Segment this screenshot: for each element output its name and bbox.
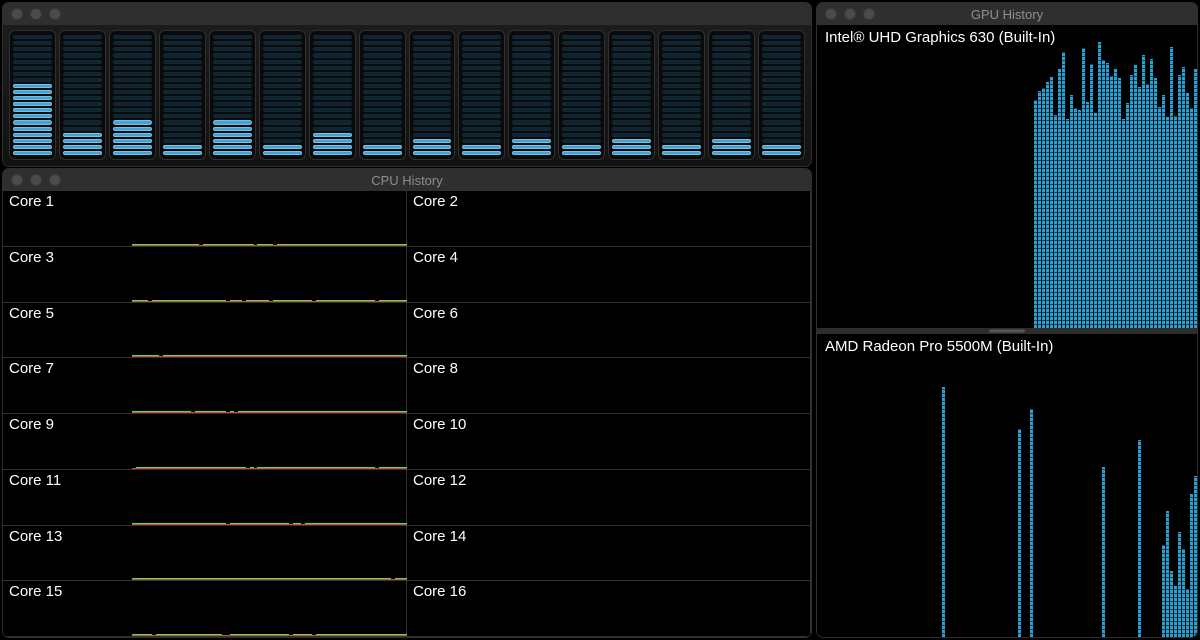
minimize-icon[interactable] [30,174,42,186]
zoom-icon[interactable] [863,8,875,20]
cpu-meter-core-14 [658,30,705,160]
cpu-meter-core-13 [608,30,655,160]
gpu-label-amd: AMD Radeon Pro 5500M (Built-In) [825,338,1053,355]
core-cell-11: Core 11 [3,470,407,526]
core-label: Core 11 [9,472,61,489]
core-plot [536,470,810,525]
minimize-icon[interactable] [844,8,856,20]
close-icon[interactable] [11,8,23,20]
cpu-meter-core-16 [758,30,805,160]
core-plot [132,303,406,358]
core-cell-5: Core 5 [3,303,407,359]
core-label: Core 14 [413,528,466,545]
gpu-panel-intel: Intel® UHD Graphics 630 (Built-In) [817,25,1197,328]
core-label: Core 15 [9,583,62,600]
core-label: Core 12 [413,472,466,489]
gpu-label-intel: Intel® UHD Graphics 630 (Built-In) [825,29,1055,46]
core-cell-7: Core 7 [3,358,407,414]
cpu-meter-core-3 [109,30,156,160]
cpu-meters-titlebar[interactable] [3,3,811,25]
core-plot [536,581,810,636]
cpu-history-grid: Core 1 Core 2 Core 3 Core 4 Core 5 Core 6 Core… [3,191,811,637]
core-plot [132,247,406,302]
minimize-icon[interactable] [30,8,42,20]
core-label: Core 10 [413,416,466,433]
core-label: Core 6 [413,305,458,322]
cpu-meter-core-11 [508,30,555,160]
core-cell-2: Core 2 [407,191,811,247]
close-icon[interactable] [825,8,837,20]
core-label: Core 7 [9,360,54,377]
core-plot [132,414,406,469]
core-plot [132,526,406,581]
zoom-icon[interactable] [49,8,61,20]
cpu-meter-core-10 [458,30,505,160]
core-cell-16: Core 16 [407,581,811,637]
close-icon[interactable] [11,174,23,186]
cpu-history-title: CPU History [3,173,811,188]
cpu-meter-core-15 [708,30,755,160]
cpu-meter-core-5 [209,30,256,160]
cpu-meter-core-2 [59,30,106,160]
gpu-panel-amd: AMD Radeon Pro 5500M (Built-In) [817,334,1197,637]
cpu-history-titlebar[interactable]: CPU History [3,169,811,191]
gpu-history-body: Intel® UHD Graphics 630 (Built-In) AMD R… [817,25,1197,637]
core-cell-13: Core 13 [3,526,407,582]
core-plot [132,581,406,636]
core-cell-15: Core 15 [3,581,407,637]
cpu-meter-core-1 [9,30,56,160]
core-plot [536,191,810,246]
core-plot [536,303,810,358]
core-cell-8: Core 8 [407,358,811,414]
gpu-history-window: GPU History Intel® UHD Graphics 630 (Bui… [816,2,1198,638]
zoom-icon[interactable] [49,174,61,186]
cpu-meter-core-6 [259,30,306,160]
cpu-meter-core-12 [558,30,605,160]
gpu-plot-amd [817,334,1197,637]
core-label: Core 16 [413,583,466,600]
core-label: Core 5 [9,305,54,322]
core-plot [132,358,406,413]
gpu-history-titlebar[interactable]: GPU History [817,3,1197,25]
core-label: Core 3 [9,249,54,266]
cpu-history-window: CPU History Core 1Core 2Core 3Core 4Core… [2,168,812,638]
core-label: Core 2 [413,193,458,210]
core-plot [132,191,406,246]
core-cell-3: Core 3 [3,247,407,303]
core-plot [536,247,810,302]
core-label: Core 13 [9,528,62,545]
core-cell-4: Core 4 [407,247,811,303]
core-plot [536,414,810,469]
cpu-meters-window [2,2,812,167]
core-cell-9: Core 9 [3,414,407,470]
gpu-plot-intel [817,25,1197,328]
core-label: Core 1 [9,193,54,210]
core-plot [132,470,406,525]
cpu-meter-core-8 [359,30,406,160]
core-plot [536,358,810,413]
cpu-meters [3,25,811,166]
core-cell-1: Core 1 [3,191,407,247]
cpu-meter-core-9 [409,30,456,160]
core-cell-14: Core 14 [407,526,811,582]
cpu-meter-core-4 [159,30,206,160]
core-label: Core 8 [413,360,458,377]
core-cell-6: Core 6 [407,303,811,359]
core-plot [536,526,810,581]
core-label: Core 9 [9,416,54,433]
core-label: Core 4 [413,249,458,266]
cpu-meter-core-7 [309,30,356,160]
core-cell-12: Core 12 [407,470,811,526]
core-cell-10: Core 10 [407,414,811,470]
